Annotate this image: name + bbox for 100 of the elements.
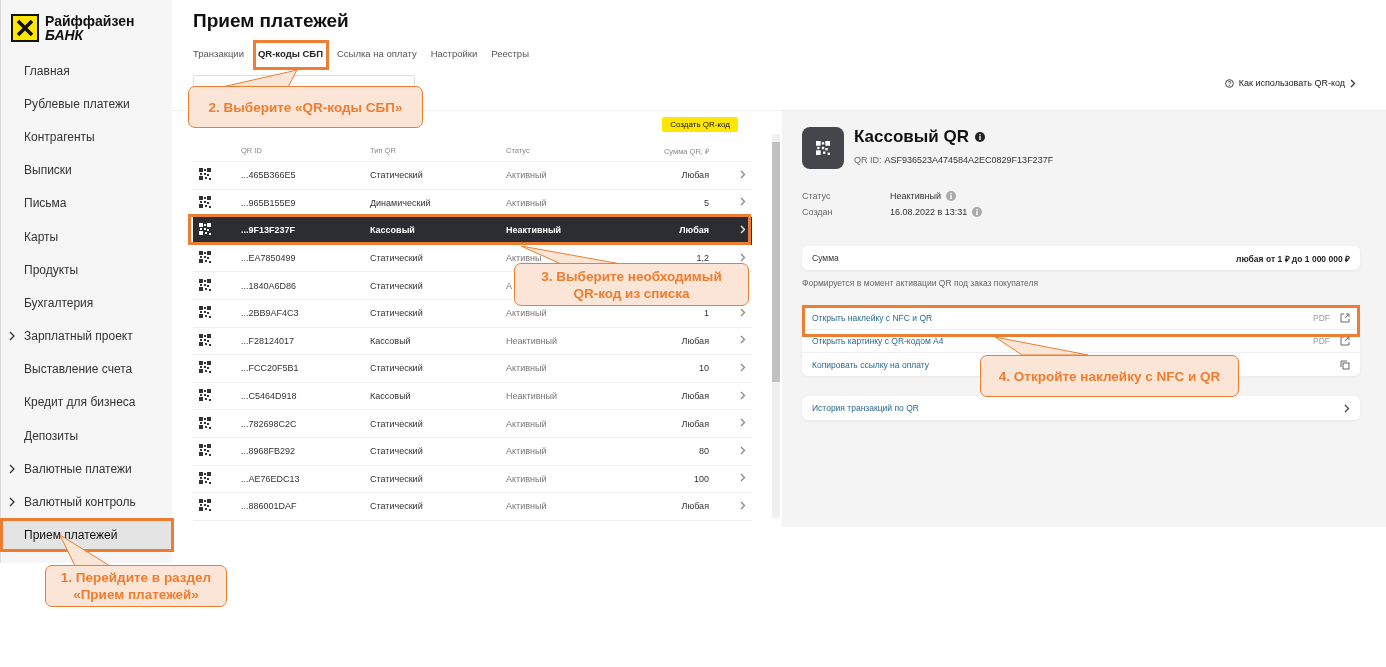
table-cell: ...FCC20F5B1 — [241, 363, 299, 374]
table-cell: Кассовый — [370, 391, 411, 402]
tab[interactable]: Ссылка на оплату — [336, 46, 417, 61]
chevron-right-icon — [740, 335, 746, 345]
logo-text: БАНК — [45, 28, 84, 42]
table-cell: ...8968FB292 — [241, 446, 296, 457]
help-link[interactable]: Как использовать QR-код — [1224, 78, 1356, 88]
logo-text: Райффайзен — [45, 14, 135, 28]
table-cell: Статический — [370, 363, 423, 374]
table-cell: Активный — [506, 418, 547, 429]
table-cell: Любая — [681, 418, 709, 429]
table-cell: Активны — [506, 253, 542, 264]
table-cell: ...1840A6D86 — [241, 280, 297, 291]
table-cell: Динамический — [370, 197, 431, 208]
field-label: Статус — [802, 191, 832, 201]
qr-code-icon — [199, 389, 211, 402]
table-row[interactable]: ...782698C2C Статический Активный Любая — [193, 410, 752, 438]
qr-code-icon — [199, 306, 211, 319]
qr-code-icon — [199, 471, 211, 484]
page-title: Прием платежей — [193, 10, 350, 32]
chevron-right-icon — [740, 418, 746, 428]
table-cell: Активный — [506, 473, 547, 484]
action-link[interactable]: Открыть картинку с QR-кодом А4 — [812, 336, 944, 346]
table-row[interactable]: ...886001DAF Статический Активный Любая — [193, 493, 752, 521]
table-cell: 80 — [699, 446, 709, 457]
table-cell: 10 — [699, 363, 709, 374]
table-row[interactable]: ...FCC20F5B1 Статический Активный 10 — [193, 355, 752, 383]
action-link[interactable]: Копировать ссылку на оплату — [812, 359, 929, 370]
qr-code-icon — [199, 333, 211, 346]
info-icon[interactable] — [975, 132, 985, 142]
table-cell: Неактивный — [506, 391, 557, 402]
table-cell: Любая — [679, 225, 709, 236]
table-row[interactable]: ...F28124017 Кассовый Неактивный Любая — [193, 327, 752, 356]
table-cell: Любая — [681, 391, 709, 402]
chevron-right-icon — [1350, 78, 1356, 88]
qr-code-icon — [199, 278, 211, 291]
table-cell: Статический — [370, 170, 423, 181]
qr-code-icon — [199, 168, 211, 181]
table-cell: Статический — [370, 473, 423, 484]
chevron-right-icon — [1344, 403, 1350, 413]
table-row[interactable]: ...AE76EDC13 Статический Активный 100 — [193, 465, 752, 494]
external-link-icon[interactable] — [1340, 313, 1350, 323]
table-cell: Статический — [370, 418, 423, 429]
logo-icon — [11, 14, 39, 42]
sum-value: любая от 1 ₽ до 1 000 000 ₽ — [1236, 252, 1350, 264]
create-qr-button[interactable]: Создать QR-код — [662, 117, 738, 132]
tab[interactable]: Транзакции — [193, 46, 244, 61]
chevron-right-icon — [740, 169, 746, 179]
table-cell: Активный — [506, 197, 547, 208]
table-row[interactable]: ...8968FB292 Статический Активный 80 — [193, 437, 752, 466]
tab[interactable]: Реестры — [491, 46, 529, 61]
table-cell: Неактивный — [506, 225, 562, 236]
table-cell: ...465B366E5 — [241, 170, 296, 181]
scrollbar[interactable] — [772, 134, 780, 518]
table-cell: 5 — [704, 197, 709, 208]
table-cell: Статический — [370, 308, 423, 319]
table-cell: А — [506, 280, 512, 291]
action-link[interactable]: Открыть наклейку с NFC и QR — [812, 313, 933, 323]
chevron-right-icon — [740, 307, 746, 317]
table-cell: 100 — [693, 473, 709, 484]
chevron-right-icon — [740, 362, 746, 372]
table-row[interactable]: ...465B366E5 Статический Активный Любая — [193, 162, 752, 190]
tab[interactable]: Настройки — [430, 46, 478, 61]
qr-id-value: ASF936523A474584A2EC0829F13F237F — [884, 155, 1054, 165]
qr-code-icon — [199, 195, 211, 208]
table-cell: Любая — [681, 501, 709, 512]
table-cell: ...AE76EDC13 — [241, 473, 300, 484]
qr-code-icon — [199, 444, 211, 457]
format-label: PDF — [1313, 313, 1330, 323]
sum-label: Сумма — [812, 253, 839, 263]
table-row[interactable]: ...9F13F237F Кассовый Неактивный Любая — [193, 217, 752, 245]
table-cell: Статический — [370, 446, 423, 457]
table-cell: ...965B155E9 — [241, 197, 296, 208]
table-cell: ...782698C2C — [241, 418, 297, 429]
chevron-right-icon — [740, 390, 746, 400]
table-cell: ...C5464D918 — [241, 391, 297, 402]
history-link[interactable]: История транзакций по QR — [812, 403, 919, 413]
table-cell: Активный — [506, 501, 547, 512]
tab[interactable]: QR-коды СБП — [257, 46, 323, 61]
table-cell: Кассовый — [370, 225, 415, 236]
table-cell: Активный — [506, 363, 547, 374]
table-cell: Любая — [681, 335, 709, 346]
history-row[interactable]: История транзакций по QR — [802, 396, 1360, 420]
field-value: Неактивный — [890, 191, 941, 201]
table-cell: Кассовый — [370, 335, 411, 346]
table-cell: 1,2 — [696, 253, 709, 264]
copy-icon[interactable] — [1340, 359, 1350, 370]
qr-code-icon — [199, 499, 211, 512]
table-cell: ...2BB9AF4C3 — [241, 308, 299, 319]
chevron-right-icon — [740, 473, 746, 483]
table-cell: Активный — [506, 170, 547, 181]
table-row[interactable]: ...C5464D918 Кассовый Неактивный Любая — [193, 382, 752, 411]
qr-code-icon — [199, 416, 211, 429]
field-label: Создан — [802, 207, 834, 217]
chevron-right-icon — [740, 500, 746, 510]
qr-code-icon — [199, 361, 211, 374]
chevron-right-icon — [740, 225, 746, 234]
external-link-icon[interactable] — [1340, 336, 1350, 346]
table-cell: ...886001DAF — [241, 501, 297, 512]
table-cell: ...9F13F237F — [241, 225, 296, 236]
